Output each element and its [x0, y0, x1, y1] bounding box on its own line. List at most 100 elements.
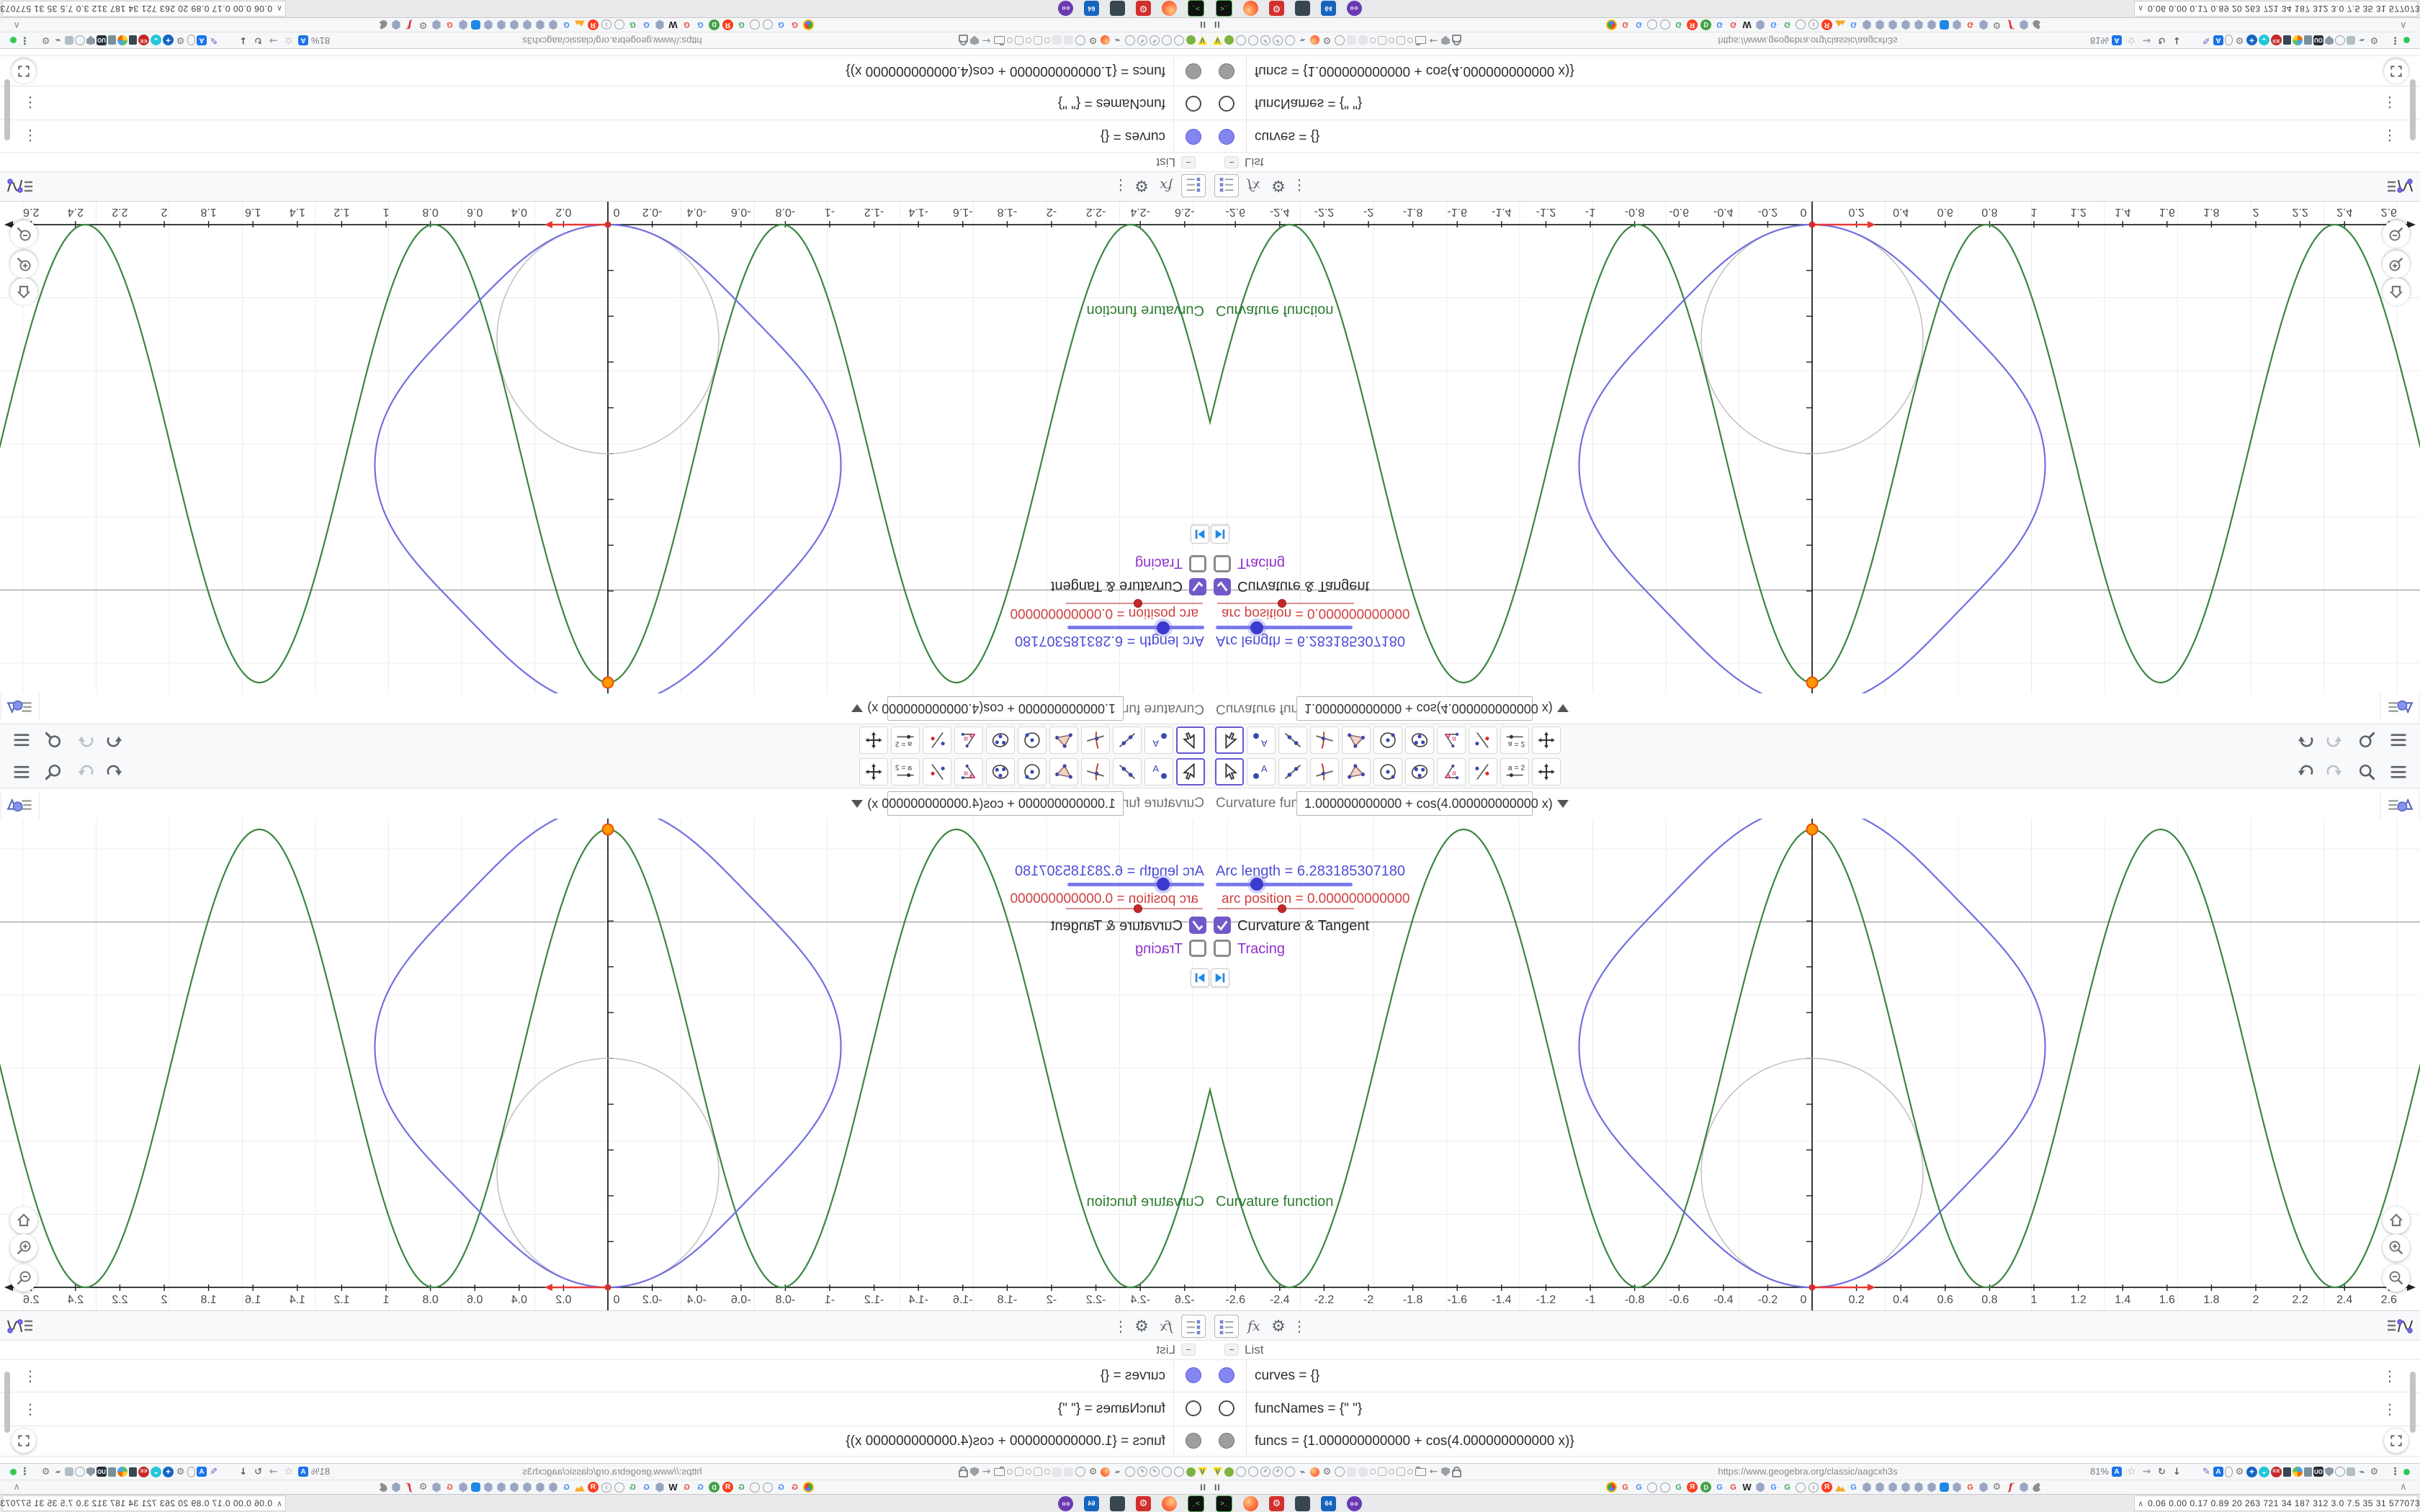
redo-button[interactable] — [75, 729, 98, 752]
trash-gray-icon[interactable] — [2304, 35, 2312, 45]
visibility-toggle-funcnames[interactable] — [1219, 1400, 1234, 1416]
google-blue-icon[interactable]: G — [1714, 1482, 1725, 1493]
facebook-icon[interactable]: f — [2005, 1482, 2016, 1493]
lock-icon[interactable] — [959, 1470, 968, 1477]
settings-gear-icon[interactable]: ⚙ — [1991, 1482, 2002, 1493]
tracing-checkbox[interactable] — [1189, 940, 1206, 957]
tool-slider-button[interactable]: a = 2 — [1500, 726, 1529, 754]
tool-angle-button[interactable]: α — [1437, 758, 1466, 786]
arc-length-slider-handle[interactable] — [1157, 878, 1170, 891]
dot-small-icon[interactable] — [1007, 1469, 1013, 1475]
row-menu-icon[interactable]: ⋮ — [2383, 94, 2397, 112]
row-menu-icon[interactable]: ⋮ — [2383, 127, 2397, 145]
gray-globe-icon[interactable] — [1647, 19, 1657, 30]
tool-reflect-button[interactable] — [1469, 726, 1497, 754]
row-menu-icon[interactable]: ⋮ — [23, 1400, 37, 1418]
community-icon[interactable] — [431, 1482, 442, 1493]
emulator-64-icon[interactable]: 64 — [1084, 1495, 1099, 1511]
trash-gray-icon[interactable] — [108, 1467, 116, 1477]
duck-icon[interactable]: D — [1700, 19, 1711, 30]
tool-polygon-button[interactable] — [1049, 758, 1078, 786]
tool-polygon-button[interactable] — [1049, 726, 1078, 754]
back-arrow-icon[interactable]: ← — [1428, 1466, 1439, 1477]
visibility-toggle-funcs[interactable] — [1219, 63, 1234, 79]
sphere-icon[interactable] — [117, 1467, 127, 1477]
undo-button[interactable] — [102, 760, 125, 783]
settings-gear-icon[interactable]: ⚙ — [418, 1482, 429, 1493]
tool-perpendicular-line-button[interactable] — [1081, 758, 1110, 786]
google-red-icon[interactable]: G — [1620, 19, 1631, 30]
function-dropdown[interactable]: 1.000000000000 + cos(4.000000000000 x) — [1296, 696, 1569, 721]
gray-globe-icon[interactable] — [1174, 1467, 1184, 1477]
home-button[interactable] — [2383, 278, 2410, 305]
green-circle-icon[interactable] — [1186, 1467, 1196, 1477]
community-icon[interactable] — [509, 1482, 519, 1493]
paw-icon[interactable] — [379, 20, 388, 30]
pencil-icon[interactable]: ✎ — [208, 35, 219, 46]
back-arrow-icon[interactable]: ← — [981, 1466, 992, 1477]
translate-icon[interactable]: A — [2213, 1467, 2223, 1477]
translate-icon[interactable]: A — [2213, 35, 2223, 45]
globe-gray-icon[interactable] — [2335, 35, 2345, 45]
forward-icon[interactable]: → — [268, 35, 279, 46]
plus-blue-icon[interactable]: + — [163, 1466, 174, 1477]
gray-globe-icon[interactable] — [1660, 19, 1670, 30]
trash-gray-icon[interactable] — [108, 35, 116, 45]
algebra-more-button[interactable]: ⋮ — [1292, 1315, 1307, 1338]
tool-move-graphics-button[interactable] — [1532, 726, 1561, 754]
browser-menu-icon[interactable]: ⋮ — [2390, 35, 2401, 46]
firefox-icon[interactable] — [1162, 1, 1177, 17]
pale-icon[interactable] — [1064, 1467, 1073, 1477]
tool-move-graphics-button[interactable] — [859, 758, 888, 786]
community-icon[interactable] — [431, 20, 442, 30]
gear-gray-icon[interactable]: ⚙ — [2369, 1467, 2380, 1477]
algebra-more-button[interactable]: ⋮ — [1113, 174, 1128, 197]
trash-dark-icon[interactable] — [2283, 35, 2291, 45]
owl-app-icon[interactable]: oo — [1058, 1495, 1073, 1511]
chevron-up-icon[interactable]: ∧ — [277, 4, 282, 14]
folder-icon[interactable] — [994, 36, 1005, 45]
google-blue-icon[interactable]: G — [641, 19, 652, 30]
back-arrow-icon[interactable]: ← — [1428, 35, 1439, 46]
zoom-in-button[interactable] — [2383, 1234, 2410, 1261]
community-icon[interactable] — [391, 20, 401, 30]
shield-gray-icon[interactable] — [2325, 36, 2334, 45]
collapse-list-button[interactable]: − — [1181, 1344, 1196, 1356]
owl-app-icon[interactable]: oo — [1058, 1, 1073, 17]
gear-gray-icon[interactable]: ⚙ — [40, 35, 51, 46]
community-icon[interactable] — [1979, 1482, 1988, 1493]
tracing-checkbox[interactable] — [1214, 555, 1231, 572]
tool-conic-button[interactable] — [1405, 726, 1434, 754]
community-icon[interactable] — [1978, 20, 1989, 30]
translate-icon[interactable]: A — [298, 1467, 308, 1477]
gray-globe-icon[interactable] — [1796, 1482, 1806, 1493]
collapse-list-button[interactable]: − — [1224, 156, 1239, 168]
shield-gray-icon[interactable] — [2325, 1467, 2334, 1477]
community-icon[interactable] — [1888, 1482, 1897, 1493]
zoom-in-button[interactable] — [2383, 251, 2410, 278]
dot-small-icon[interactable] — [1370, 37, 1376, 43]
tool-point-button[interactable]: A — [1144, 726, 1173, 754]
tool-line-button[interactable] — [1278, 726, 1307, 754]
ice-red-icon[interactable]: ICE — [138, 1466, 149, 1477]
gray-globe-icon[interactable] — [750, 1482, 760, 1493]
firefox-icon[interactable] — [1101, 1467, 1110, 1477]
search-button[interactable] — [42, 760, 65, 783]
pale-icon[interactable] — [1358, 35, 1368, 45]
arc-position-slider-handle[interactable] — [1134, 904, 1142, 913]
screen-recorder-icon[interactable] — [1110, 1495, 1125, 1511]
ice-red-icon[interactable]: ICE — [2271, 1466, 2282, 1477]
settings-gear-icon[interactable]: ⚙ — [1991, 19, 2002, 30]
yandex-icon[interactable]: Я — [722, 19, 733, 30]
lock-icon[interactable] — [1452, 1467, 1461, 1477]
google-green-icon[interactable]: G — [1673, 19, 1684, 30]
tool-move-button[interactable] — [1176, 758, 1205, 786]
firefox-icon[interactable] — [1243, 1495, 1258, 1511]
screen-recorder-icon[interactable] — [1295, 1495, 1310, 1511]
search-button[interactable] — [42, 729, 65, 752]
globe-gray-icon[interactable] — [2335, 1467, 2345, 1477]
chevron-up-icon[interactable]: ∧ — [2400, 1480, 2407, 1495]
graphics-view[interactable]: -2.6 -2.4 -2.2 -2 -1.8 -1.6 -1.4 -1.2 -1 -0.8 -0.6… — [1210, 819, 2420, 1310]
tool-line-button[interactable] — [1113, 726, 1142, 754]
community-icon[interactable] — [1863, 1482, 1871, 1493]
